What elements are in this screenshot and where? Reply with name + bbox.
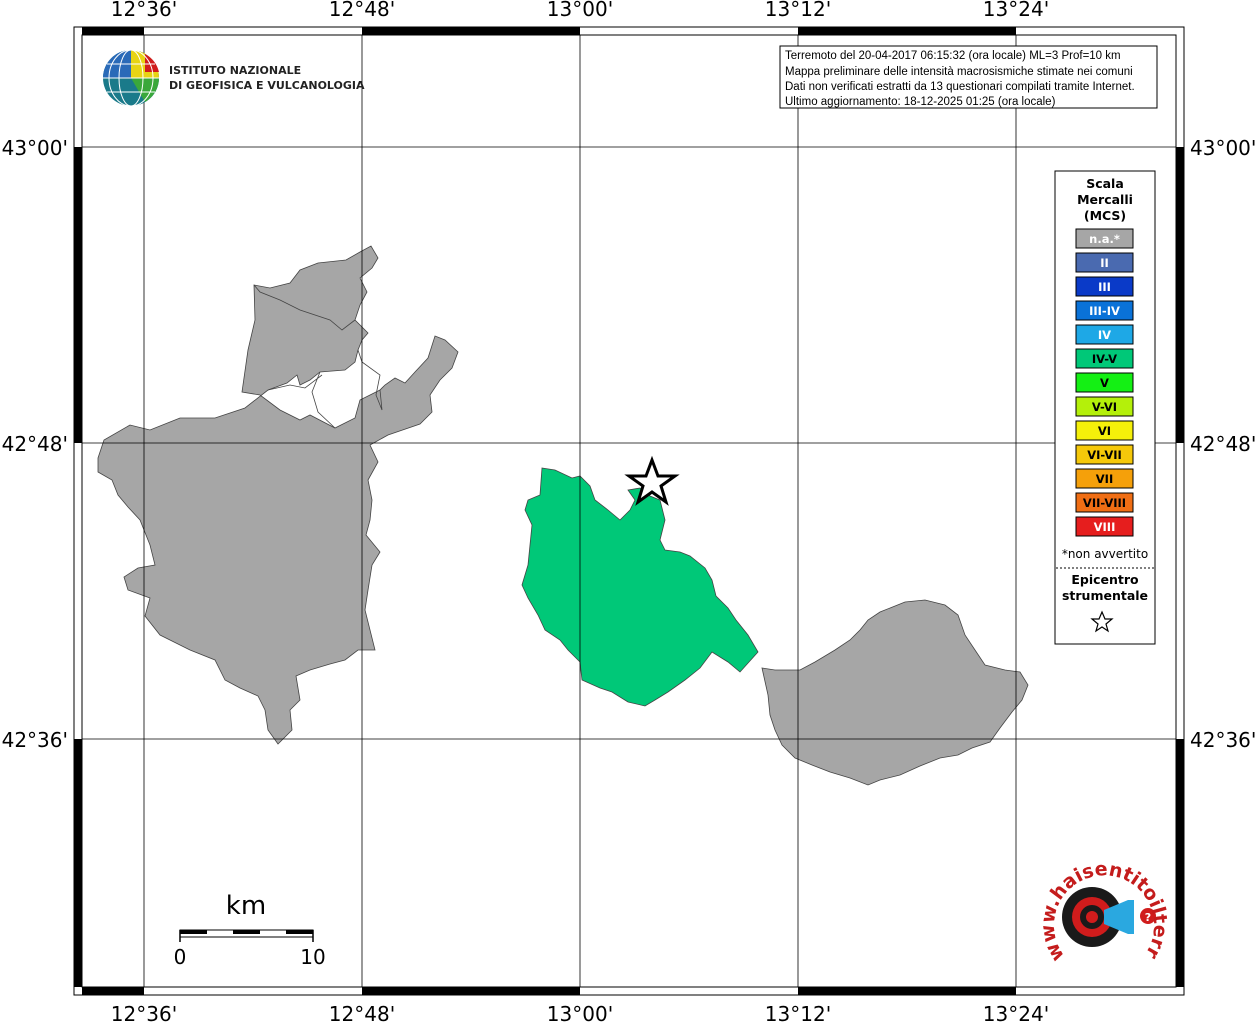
lat-label: 42°36' (1190, 728, 1256, 752)
lon-label: 12°36' (111, 1002, 177, 1024)
lat-label: 42°48' (2, 432, 68, 456)
legend-title-line1: Scala (1086, 176, 1124, 191)
lon-label: 13°00' (547, 0, 613, 21)
legend-swatch-label: VIII (1094, 520, 1116, 534)
scale-unit: km (226, 891, 266, 921)
lon-label: 13°12' (765, 0, 831, 21)
legend-epicenter-line2: strumentale (1062, 588, 1148, 603)
scale-max: 10 (300, 945, 325, 969)
legend-swatch-label: V-VI (1092, 400, 1117, 414)
scale-min: 0 (174, 945, 187, 969)
legend-swatch-label: VI-VII (1087, 448, 1122, 462)
legend-swatch-label: n.a.* (1089, 232, 1120, 246)
lon-label: 12°36' (111, 0, 177, 21)
legend-swatch-label: V (1100, 376, 1109, 390)
legend-swatch-label: IV-V (1092, 352, 1117, 366)
info-line-1: Terremoto del 20-04-2017 06:15:32 (ora l… (785, 50, 1121, 62)
lat-label: 43°00' (1190, 136, 1256, 160)
legend-swatch-label: II (1100, 256, 1109, 270)
intensity-map: 12°36' 12°48' 13°00' 13°12' 13°24' 12°36… (0, 0, 1256, 1024)
legend-swatch-label: III-IV (1089, 304, 1120, 318)
legend-note: *non avvertito (1062, 547, 1148, 561)
legend-swatch-label: VII (1096, 472, 1113, 486)
lat-labels-right: 43°00' 42°48' 42°36' (1190, 136, 1256, 752)
info-line-3: Dati non verificati estratti da 13 quest… (785, 81, 1135, 93)
legend-epicenter-line1: Epicentro (1071, 572, 1139, 587)
lon-labels-bottom: 12°36' 12°48' 13°00' 13°12' 13°24' (111, 1002, 1049, 1024)
legend-swatch-label: IV (1098, 328, 1111, 342)
mcs-legend: Scala Mercalli (MCS) n.a.*IIIIIIII-IVIVI… (1054, 170, 1156, 645)
institute-name-line2: DI GEOFISICA E VULCANOLOGIA (169, 79, 365, 92)
lon-label: 13°24' (983, 0, 1049, 21)
legend-title-line2: Mercalli (1077, 192, 1133, 207)
legend-swatch-label: VII-VIII (1083, 496, 1126, 510)
lat-label: 42°48' (1190, 432, 1256, 456)
lat-label: 42°36' (2, 728, 68, 752)
lon-label: 13°12' (765, 1002, 831, 1024)
lat-label: 43°00' (2, 136, 68, 160)
lon-label: 12°48' (329, 0, 395, 21)
institute-name-line1: ISTITUTO NAZIONALE (169, 64, 301, 77)
lat-labels-left: 43°00' 42°48' 42°36' (2, 136, 68, 752)
legend-swatch-label: VI (1098, 424, 1111, 438)
lon-label: 13°24' (983, 1002, 1049, 1024)
lon-label: 12°48' (329, 1002, 395, 1024)
info-line-4: Ultimo aggiornamento: 18-12-2025 01:25 (… (785, 96, 1056, 108)
legend-swatch-label: III (1098, 280, 1111, 294)
lon-label: 13°00' (547, 1002, 613, 1024)
lon-labels-top: 12°36' 12°48' 13°00' 13°12' 13°24' (111, 0, 1049, 21)
legend-title-line3: (MCS) (1084, 208, 1126, 223)
info-line-2: Mappa preliminare delle intensità macros… (785, 66, 1133, 78)
event-info-box: Terremoto del 20-04-2017 06:15:32 (ora l… (779, 45, 1158, 109)
